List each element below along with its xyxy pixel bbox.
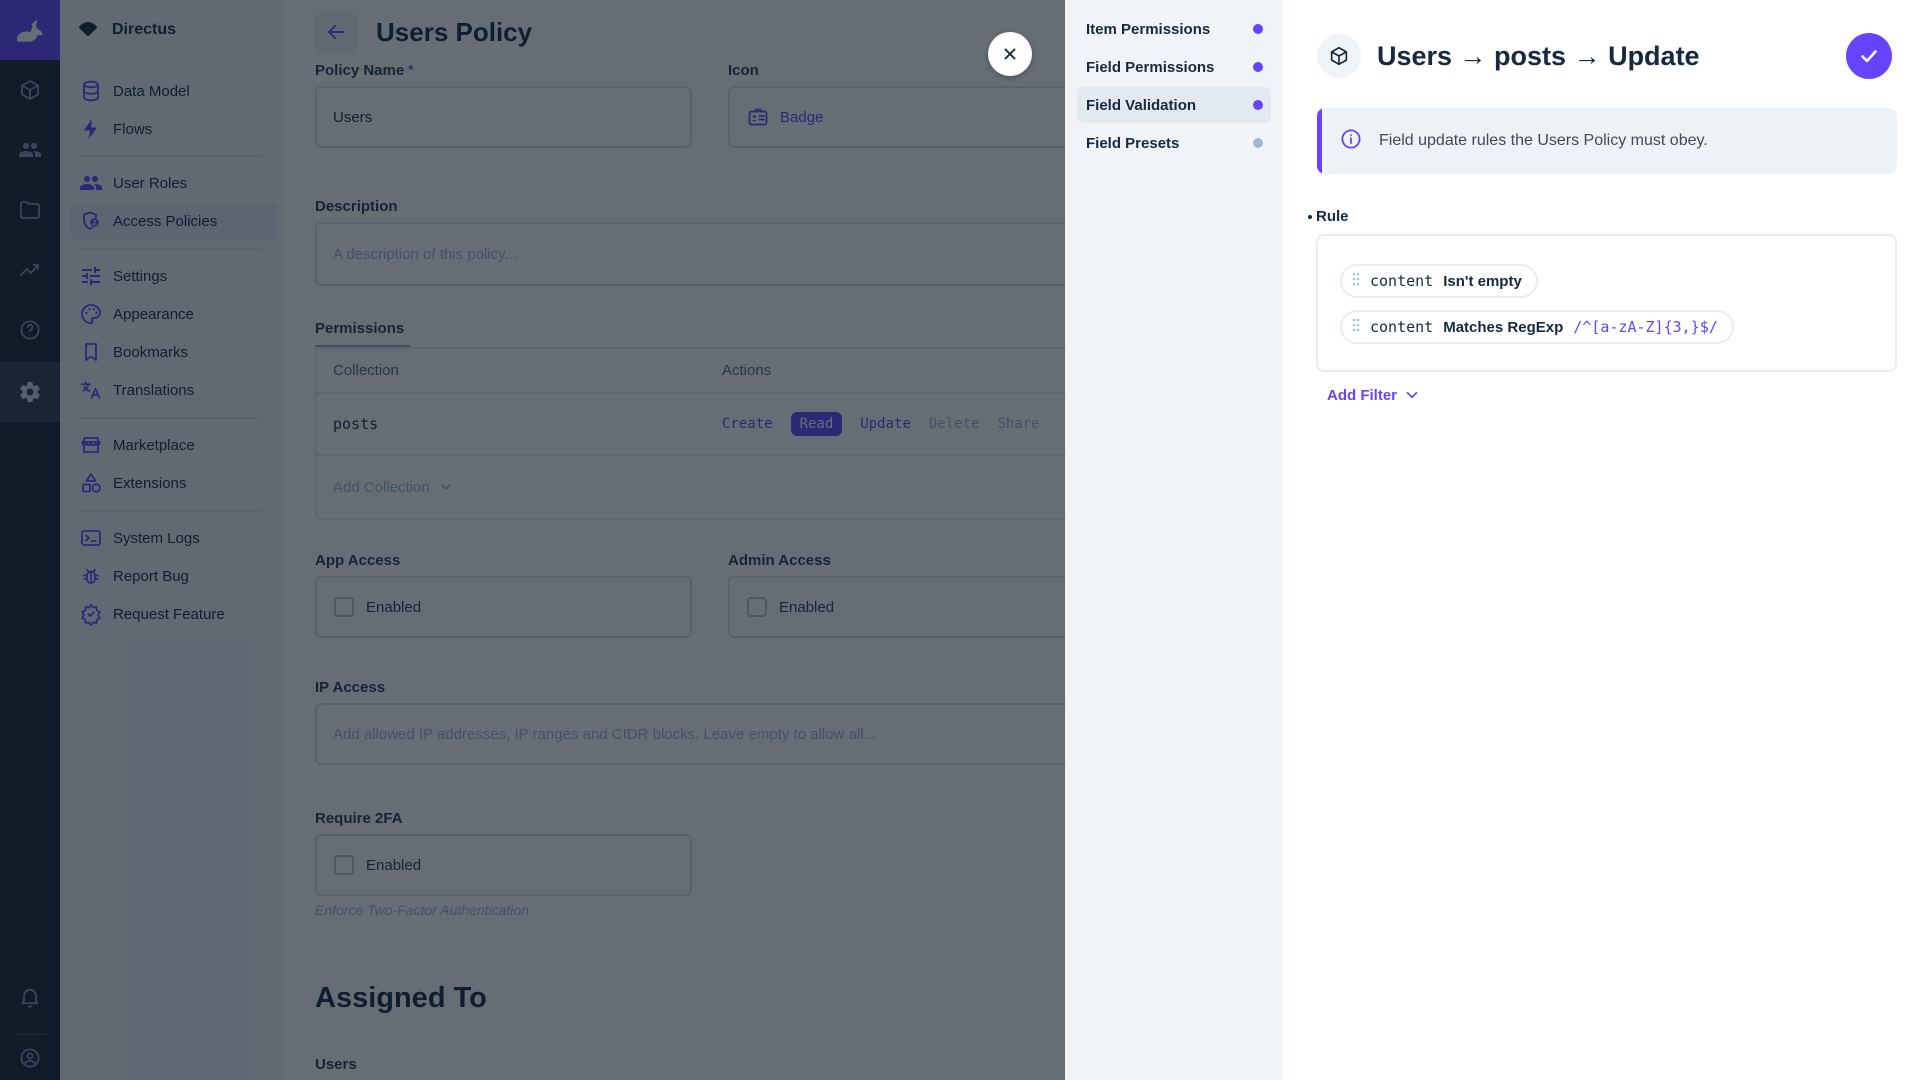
filter-chip-matches-regexp[interactable]: content Matches RegExp /^[a-zA-Z]{3,}$/ [1340,310,1734,344]
close-icon [999,43,1021,65]
drawer-menu: Item Permissions Field Permissions Field… [1065,0,1283,1080]
add-filter-button[interactable]: Add Filter [1327,386,1421,404]
rule-filters-container: content Isn't empty content Matches RegE… [1316,234,1897,372]
filter-value[interactable]: /^[a-zA-Z]{3,}$/ [1573,318,1718,336]
info-icon [1339,127,1363,156]
drawer-content: Users → posts → Update Field update rule… [1283,0,1920,1080]
filter-field[interactable]: content [1370,272,1433,290]
menu-item-label: Field Permissions [1086,59,1214,76]
notice-accent-bar [1317,108,1322,174]
status-dot [1253,138,1263,148]
drag-handle-icon[interactable] [1352,272,1360,291]
filter-operator[interactable]: Matches RegExp [1443,319,1563,336]
check-icon [1857,44,1881,68]
status-dot [1253,24,1263,34]
rule-label: Rule [1316,208,1349,225]
menu-item-field-presets[interactable]: Field Presets [1077,125,1271,161]
box-icon [1328,45,1350,67]
filter-field[interactable]: content [1370,318,1433,336]
screen: Directus Data Model Flows User Roles Acc… [0,0,1920,1080]
status-dot [1253,62,1263,72]
status-dot [1253,100,1263,110]
filter-chip-isnt-empty[interactable]: content Isn't empty [1340,264,1538,298]
permissions-drawer: Item Permissions Field Permissions Field… [1065,0,1920,1080]
edited-dot [1308,215,1312,219]
menu-item-item-permissions[interactable]: Item Permissions [1077,11,1271,47]
menu-item-label: Field Validation [1086,97,1196,114]
filter-operator[interactable]: Isn't empty [1443,273,1522,290]
add-filter-label: Add Filter [1327,387,1397,404]
drawer-header-icon-circle [1317,34,1361,78]
menu-item-label: Field Presets [1086,135,1179,152]
save-button[interactable] [1846,33,1892,79]
menu-item-field-validation[interactable]: Field Validation [1077,87,1271,123]
menu-item-label: Item Permissions [1086,21,1210,38]
rule-label-row: Rule [1308,208,1349,225]
chevron-down-icon [1403,386,1421,404]
notice-text: Field update rules the Users Policy must… [1379,132,1708,150]
close-drawer-button[interactable] [988,32,1032,76]
drag-handle-icon[interactable] [1352,318,1360,337]
info-notice: Field update rules the Users Policy must… [1317,108,1897,174]
menu-item-field-permissions[interactable]: Field Permissions [1077,49,1271,85]
drawer-title: Users → posts → Update [1377,41,1700,72]
